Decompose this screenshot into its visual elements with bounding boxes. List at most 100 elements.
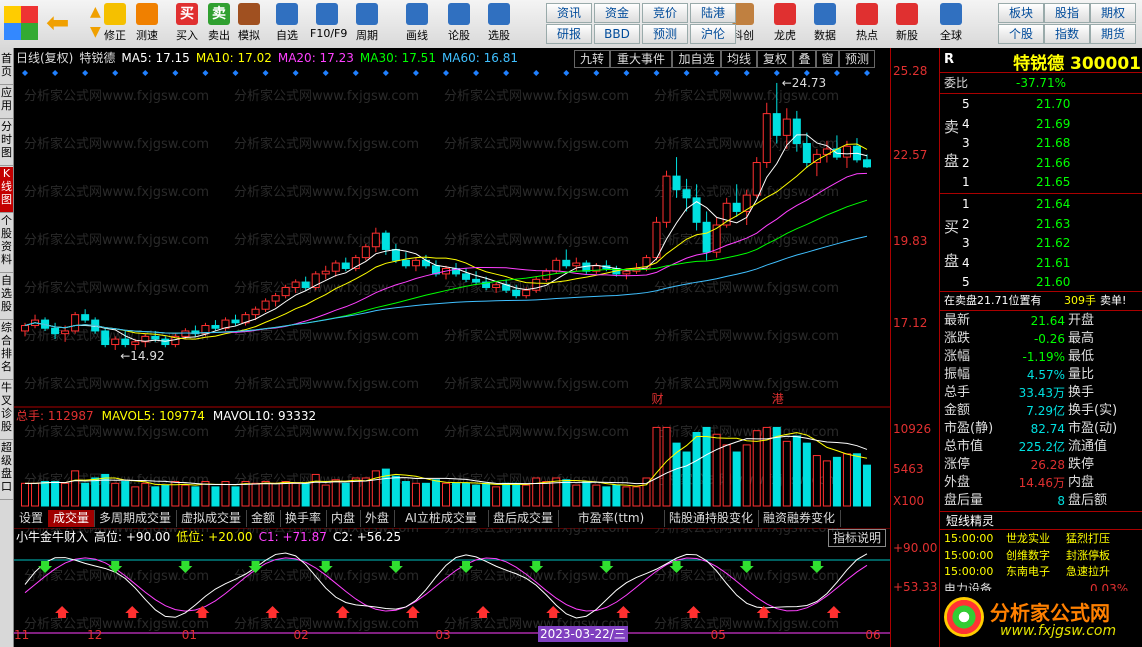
volume-bar[interactable] — [271, 482, 280, 507]
volume-bar[interactable] — [411, 482, 420, 507]
candle-body[interactable] — [772, 113, 781, 136]
volume-bar[interactable] — [191, 486, 200, 507]
candle-body[interactable] — [341, 262, 350, 269]
candle-body[interactable] — [121, 338, 130, 346]
candle-body[interactable] — [472, 278, 481, 283]
event-diamond-icon[interactable] — [713, 70, 720, 76]
candle-body[interactable] — [792, 118, 801, 145]
volume-bar[interactable] — [111, 482, 120, 507]
volume-bar[interactable] — [492, 486, 501, 507]
speed-test-button[interactable]: 测速 — [130, 2, 164, 46]
candle-body[interactable] — [762, 113, 771, 164]
sidebar-item-7[interactable]: 牛叉诊股 — [0, 381, 13, 440]
hk-event-label[interactable]: 港 — [772, 392, 784, 406]
volume-bar[interactable] — [722, 444, 731, 507]
candle-body[interactable] — [782, 118, 791, 136]
event-diamond-icon[interactable] — [863, 70, 870, 76]
quick-link-陆港[interactable]: 陆港 — [690, 3, 736, 23]
volume-bar[interactable] — [351, 477, 360, 507]
volume-bar[interactable] — [181, 484, 190, 507]
volume-bar[interactable] — [702, 426, 711, 507]
quick-link-BBD[interactable]: BBD — [594, 24, 640, 44]
volume-bar[interactable] — [662, 426, 671, 507]
volume-bar[interactable] — [542, 481, 551, 507]
candle-body[interactable] — [381, 232, 390, 250]
stock-pick-button[interactable]: 选股 — [482, 2, 516, 46]
wizard-row[interactable]: 15:00:00 世龙实业 猛烈打压 — [940, 530, 1142, 548]
vol-tab-11[interactable]: 陆股通持股变化 — [664, 510, 759, 527]
candle-body[interactable] — [411, 259, 420, 267]
candle-body[interactable] — [401, 259, 410, 267]
volume-bar[interactable] — [51, 481, 60, 507]
event-diamond-icon[interactable] — [683, 70, 690, 76]
volume-bar[interactable] — [482, 482, 491, 507]
volume-bar[interactable] — [361, 477, 370, 507]
finance-event-label[interactable]: 财 — [651, 392, 663, 406]
wizard-row[interactable]: 15:00:00 东南电子 急速拉升 — [940, 563, 1142, 581]
volume-bar[interactable] — [612, 484, 621, 507]
volume-bar[interactable] — [652, 426, 661, 507]
candle-body[interactable] — [802, 143, 811, 164]
candle-body[interactable] — [281, 286, 290, 297]
vol-tab-3[interactable]: 虚拟成交量 — [176, 510, 247, 527]
volume-bar[interactable] — [221, 481, 230, 507]
quick-link-研报[interactable]: 研报 — [546, 24, 592, 44]
volume-bar[interactable] — [101, 473, 110, 507]
candle-body[interactable] — [622, 270, 631, 275]
dragon-tiger-button[interactable]: 龙虎 — [768, 2, 802, 46]
event-diamond-icon[interactable] — [322, 70, 329, 76]
volume-bar[interactable] — [61, 482, 70, 507]
market-link-期货[interactable]: 期货 — [1090, 24, 1136, 44]
event-diamond-icon[interactable] — [533, 70, 540, 76]
volume-bar[interactable] — [592, 484, 601, 507]
volume-bar[interactable] — [301, 482, 310, 507]
candle-body[interactable] — [261, 300, 270, 310]
volume-bar[interactable] — [512, 482, 521, 507]
sidebar-item-5[interactable]: 自选股 — [0, 274, 13, 320]
volume-bar[interactable] — [371, 470, 380, 507]
volume-bar[interactable] — [161, 484, 170, 507]
volume-bar[interactable] — [602, 486, 611, 507]
event-diamond-icon[interactable] — [623, 70, 630, 76]
volume-bar[interactable] — [241, 481, 250, 507]
candle-body[interactable] — [101, 330, 110, 346]
vol-tab-4[interactable]: 金额 — [246, 510, 281, 527]
candle-body[interactable] — [562, 259, 571, 267]
volume-bar[interactable] — [41, 481, 50, 507]
sidebar-item-1[interactable]: 应用 — [0, 86, 13, 119]
volume-bar[interactable] — [251, 482, 260, 507]
indicator-help-button[interactable]: 指标说明 — [828, 529, 887, 547]
candle-body[interactable] — [231, 319, 240, 324]
event-diamond-icon[interactable] — [112, 70, 119, 76]
volume-bar[interactable] — [752, 430, 761, 507]
volume-bar[interactable] — [452, 482, 461, 507]
candle-body[interactable] — [271, 295, 280, 302]
event-diamond-icon[interactable] — [503, 70, 510, 76]
event-diamond-icon[interactable] — [593, 70, 600, 76]
candle-body[interactable] — [752, 162, 761, 196]
volume-bar[interactable] — [572, 484, 581, 507]
candle-body[interactable] — [301, 281, 310, 288]
volume-bar[interactable] — [231, 486, 240, 507]
star-button[interactable]: 自选 — [270, 2, 304, 46]
volume-bar[interactable] — [201, 481, 210, 507]
market-link-股指[interactable]: 股指 — [1044, 3, 1090, 23]
event-diamond-icon[interactable] — [22, 70, 29, 76]
market-link-期权[interactable]: 期权 — [1090, 3, 1136, 23]
candle-body[interactable] — [462, 273, 471, 280]
volume-bar[interactable] — [341, 482, 350, 507]
volume-bar[interactable] — [321, 484, 330, 507]
candle-body[interactable] — [321, 270, 330, 275]
volume-bar[interactable] — [532, 477, 541, 507]
buy-button[interactable]: 买买入 — [170, 2, 204, 46]
candle-body[interactable] — [682, 189, 691, 199]
volume-bar[interactable] — [211, 486, 220, 507]
candle-body[interactable] — [862, 159, 871, 168]
quick-link-竞价[interactable]: 竞价 — [642, 3, 688, 23]
event-diamond-icon[interactable] — [653, 70, 660, 76]
volume-bar[interactable] — [121, 481, 130, 507]
candle-body[interactable] — [361, 246, 370, 259]
sidebar-item-6[interactable]: 综合排名 — [0, 321, 13, 380]
event-diamond-icon[interactable] — [443, 70, 449, 76]
volume-bar[interactable] — [842, 453, 851, 507]
